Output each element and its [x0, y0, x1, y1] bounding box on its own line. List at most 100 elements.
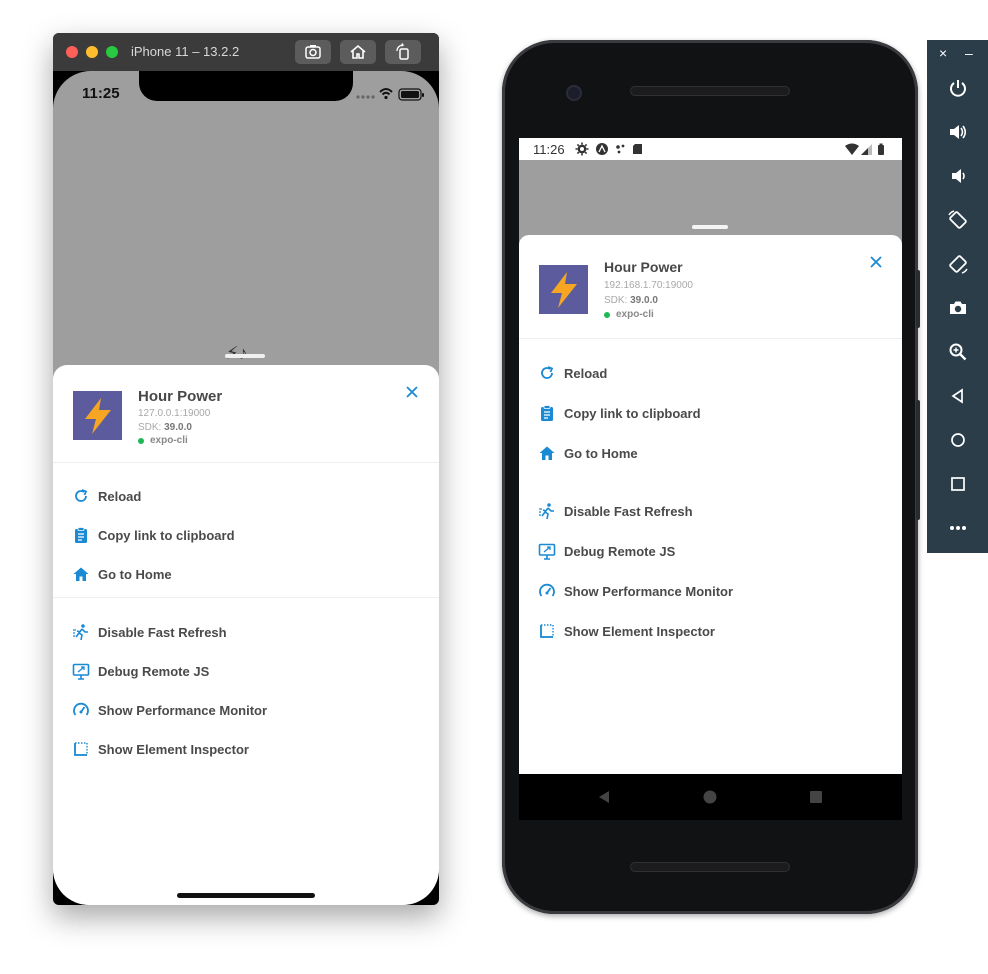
power-icon — [949, 80, 966, 97]
device-side-button — [916, 270, 920, 328]
expo-status-icon — [596, 143, 608, 155]
menu-item-performance[interactable]: Show Performance Monitor — [538, 579, 733, 603]
home-icon — [73, 567, 89, 581]
close-window-button[interactable] — [66, 46, 78, 58]
app-icon — [539, 265, 588, 314]
online-indicator — [604, 312, 610, 318]
back-icon — [950, 388, 963, 404]
dots-icon — [616, 144, 625, 154]
menu-item-reload[interactable]: Reload — [72, 484, 141, 508]
menu-item-debug-remote[interactable]: Debug Remote JS — [72, 659, 209, 683]
menu-item-performance[interactable]: Show Performance Monitor — [72, 698, 267, 722]
app-name: Hour Power — [138, 388, 223, 405]
home-icon — [539, 446, 555, 460]
speedometer-icon — [539, 583, 555, 597]
menu-item-copy-link[interactable]: Copy link to clipboard — [72, 523, 235, 547]
online-indicator — [138, 438, 144, 444]
emulator-toolbar: × – — [927, 40, 988, 553]
close-icon[interactable] — [403, 383, 421, 401]
minimize-emulator-button[interactable]: – — [965, 45, 973, 61]
zoom-icon — [949, 343, 966, 361]
remote-debug-icon — [72, 663, 90, 680]
volume-up-icon — [949, 125, 966, 139]
home-button[interactable] — [927, 418, 988, 462]
menu-item-reload[interactable]: Reload — [538, 361, 607, 385]
top-speaker — [630, 86, 790, 96]
rotate-button[interactable] — [385, 40, 421, 64]
dev-menu-sheet: Hour Power 127.0.0.1:19000 SDK: 39.0.0 e… — [53, 365, 439, 905]
clipboard-icon — [541, 405, 553, 421]
rotate-left-icon — [947, 210, 967, 229]
home-circle-icon — [950, 433, 965, 447]
sdk-version: SDK: 39.0.0 — [604, 295, 658, 306]
volume-down-icon — [951, 169, 965, 183]
dev-menu-sheet: Hour Power 192.168.1.70:19000 SDK: 39.0.… — [519, 235, 902, 774]
volume-up-button[interactable] — [927, 110, 988, 154]
menu-item-inspector[interactable]: Show Element Inspector — [72, 737, 249, 761]
signal-icon — [356, 95, 375, 99]
battery-icon — [398, 88, 424, 101]
wifi-icon — [845, 143, 859, 155]
rotate-right-button[interactable] — [927, 242, 988, 286]
ios-simulator-window: iPhone 11 – 13.2.2 11:25 ⚡♪ Hour Power 1… — [53, 33, 439, 905]
menu-item-inspector[interactable]: Show Element Inspector — [538, 619, 715, 643]
overview-icon[interactable] — [808, 789, 824, 805]
inspector-icon — [540, 624, 554, 638]
overview-button[interactable] — [927, 462, 988, 506]
ios-screen: 11:25 ⚡♪ Hour Power 127.0.0.1:19000 SDK:… — [53, 71, 439, 905]
menu-item-copy-link[interactable]: Copy link to clipboard — [538, 401, 701, 425]
camera-icon — [949, 301, 966, 314]
volume-down-button[interactable] — [927, 154, 988, 198]
menu-item-go-home[interactable]: Go to Home — [72, 562, 172, 586]
reload-icon — [75, 489, 88, 502]
close-emulator-button[interactable]: × — [939, 45, 947, 61]
bolt-icon — [551, 272, 577, 308]
menu-item-go-home[interactable]: Go to Home — [538, 441, 638, 465]
menu-item-debug-remote[interactable]: Debug Remote JS — [538, 539, 675, 563]
clipboard-icon — [75, 527, 87, 543]
settings-icon — [575, 142, 589, 156]
rotate-icon — [396, 43, 409, 60]
home-indicator[interactable] — [177, 893, 315, 898]
more-button[interactable] — [927, 506, 988, 550]
ios-titlebar: iPhone 11 – 13.2.2 — [53, 33, 439, 71]
cell-signal-icon — [861, 144, 872, 155]
header-divider — [519, 338, 902, 339]
home-circle-icon[interactable] — [702, 789, 718, 805]
zoom-window-button[interactable] — [106, 46, 118, 58]
app-host: 192.168.1.70:19000 — [604, 280, 693, 291]
menu-divider — [53, 597, 439, 598]
rotate-left-button[interactable] — [927, 198, 988, 242]
back-icon[interactable] — [596, 789, 612, 805]
sheet-grabber[interactable] — [692, 225, 728, 229]
close-icon[interactable] — [867, 253, 885, 271]
sheet-grabber[interactable] — [225, 354, 265, 358]
menu-item-fast-refresh[interactable]: Disable Fast Refresh — [538, 499, 693, 523]
bolt-icon — [85, 398, 111, 434]
screenshot-button[interactable] — [295, 40, 331, 64]
cli-label: expo-cli — [150, 435, 188, 446]
screenshot-icon — [305, 45, 321, 59]
power-button[interactable] — [927, 66, 988, 110]
notch — [139, 71, 353, 101]
sd-card-icon — [633, 144, 642, 154]
running-person-icon — [539, 503, 554, 520]
home-button[interactable] — [340, 40, 376, 64]
wifi-icon — [379, 88, 393, 100]
app-host: 127.0.0.1:19000 — [138, 408, 211, 419]
sdk-version: SDK: 39.0.0 — [138, 422, 192, 433]
android-status-bar: 11:26 — [519, 138, 902, 160]
battery-icon — [878, 143, 884, 155]
overview-icon — [950, 477, 965, 491]
header-divider — [53, 462, 439, 463]
minimize-window-button[interactable] — [86, 46, 98, 58]
menu-item-fast-refresh[interactable]: Disable Fast Refresh — [72, 620, 227, 644]
app-icon — [73, 391, 122, 440]
screenshot-button[interactable] — [927, 286, 988, 330]
inspector-icon — [74, 742, 88, 756]
running-person-icon — [73, 624, 88, 641]
app-name: Hour Power — [604, 259, 683, 275]
more-icon — [949, 526, 966, 530]
zoom-button[interactable] — [927, 330, 988, 374]
back-button[interactable] — [927, 374, 988, 418]
